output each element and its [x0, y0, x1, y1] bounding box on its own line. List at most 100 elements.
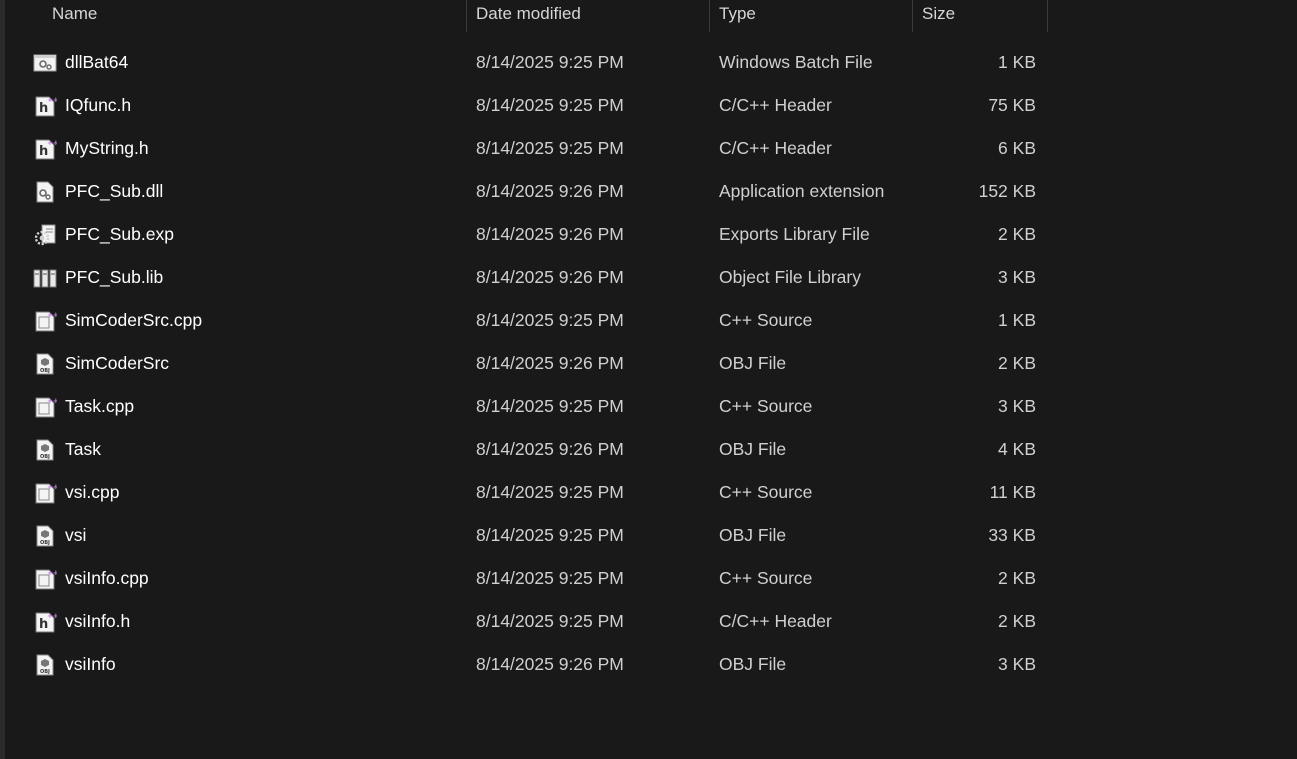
- file-explorer-details-view: Name Date modified Type Size dllBat64 8/1…: [0, 0, 1297, 759]
- svg-text:++: ++: [47, 483, 57, 491]
- svg-text:++: ++: [47, 96, 57, 104]
- file-size: 3 KB: [998, 654, 1036, 674]
- dll-file-icon: [33, 181, 57, 203]
- column-header-date-modified[interactable]: Date modified: [467, 0, 709, 32]
- file-size: 2 KB: [998, 568, 1036, 588]
- svg-text:++: ++: [47, 139, 57, 147]
- column-header-type[interactable]: Type: [710, 0, 912, 32]
- library-file-icon: [33, 267, 57, 289]
- file-row[interactable]: ++ vsi.cpp 8/14/2025 9:25 PM C++ Source 11 K…: [5, 471, 1048, 514]
- svg-text:++: ++: [47, 311, 57, 319]
- obj-file-icon: OBJ: [33, 654, 57, 676]
- file-size: 3 KB: [998, 396, 1036, 416]
- file-date-modified: 8/14/2025 9:26 PM: [476, 181, 624, 201]
- file-size: 3 KB: [998, 267, 1036, 287]
- file-row[interactable]: OBJ vsi 8/14/2025 9:25 PM OBJ File 33 KB: [5, 514, 1048, 557]
- file-row[interactable]: PFC_Sub.lib 8/14/2025 9:26 PM Object File …: [5, 256, 1048, 299]
- cpp-source-icon: ++: [33, 396, 59, 418]
- file-name: SimCoderSrc: [65, 353, 170, 373]
- obj-file-icon: OBJ: [33, 439, 57, 461]
- file-date-modified: 8/14/2025 9:26 PM: [476, 267, 624, 287]
- file-name: vsi: [65, 525, 87, 545]
- file-date-modified: 8/14/2025 9:26 PM: [476, 439, 624, 459]
- file-row[interactable]: ++ SimCoderSrc.cpp 8/14/2025 9:25 PM C++ So…: [5, 299, 1048, 342]
- file-row[interactable]: h ++ IQfunc.h 8/14/2025 9:25 PM C/C++ Header…: [5, 84, 1048, 127]
- file-type: Application extension: [719, 181, 885, 201]
- svg-text:++: ++: [47, 612, 57, 620]
- file-size: 2 KB: [998, 611, 1036, 631]
- file-name: Task: [65, 439, 101, 459]
- file-type: C/C++ Header: [719, 95, 832, 115]
- file-name: PFC_Sub.dll: [65, 181, 164, 201]
- file-size: 1 KB: [998, 310, 1036, 330]
- file-name: vsiInfo: [65, 654, 116, 674]
- file-type: C/C++ Header: [719, 138, 832, 158]
- svg-text:++: ++: [47, 569, 57, 577]
- file-row[interactable]: dllBat64 8/14/2025 9:25 PM Windows Batch F…: [5, 41, 1048, 84]
- file-date-modified: 8/14/2025 9:25 PM: [476, 396, 624, 416]
- file-row[interactable]: PFC_Sub.dll 8/14/2025 9:26 PM Application …: [5, 170, 1048, 213]
- file-name: IQfunc.h: [65, 95, 132, 115]
- file-name: dllBat64: [65, 52, 129, 72]
- file-name: SimCoderSrc.cpp: [65, 310, 203, 330]
- file-type: Windows Batch File: [719, 52, 873, 72]
- file-date-modified: 8/14/2025 9:25 PM: [476, 138, 624, 158]
- column-header-bar: Name Date modified Type Size: [5, 0, 1048, 32]
- file-size: 2 KB: [998, 353, 1036, 373]
- file-name: vsiInfo.cpp: [65, 568, 149, 588]
- cpp-source-icon: ++: [33, 310, 59, 332]
- obj-file-icon: OBJ: [33, 525, 57, 547]
- cpp-source-icon: ++: [33, 568, 59, 590]
- file-name: Task.cpp: [65, 396, 135, 416]
- file-date-modified: 8/14/2025 9:25 PM: [476, 611, 624, 631]
- file-date-modified: 8/14/2025 9:26 PM: [476, 353, 624, 373]
- column-header-name[interactable]: Name: [43, 0, 467, 32]
- file-type: C++ Source: [719, 482, 813, 502]
- exports-file-icon: [33, 224, 57, 246]
- file-row[interactable]: OBJ Task 8/14/2025 9:26 PM OBJ File 4 KB: [5, 428, 1048, 471]
- file-date-modified: 8/14/2025 9:25 PM: [476, 95, 624, 115]
- file-type: OBJ File: [719, 654, 787, 674]
- file-row[interactable]: ++ vsiInfo.cpp 8/14/2025 9:25 PM C++ Source…: [5, 557, 1048, 600]
- file-row[interactable]: h ++ vsiInfo.h 8/14/2025 9:25 PM C/C++ Heade…: [5, 600, 1048, 643]
- file-size: 75 KB: [988, 95, 1036, 115]
- file-name: MyString.h: [65, 138, 149, 158]
- file-name: PFC_Sub.lib: [65, 267, 164, 287]
- file-type: C++ Source: [719, 568, 813, 588]
- file-row[interactable]: ++ Task.cpp 8/14/2025 9:25 PM C++ Source 3 K…: [5, 385, 1048, 428]
- column-header-size[interactable]: Size: [913, 0, 1047, 32]
- file-size: 33 KB: [988, 525, 1036, 545]
- file-size: 6 KB: [998, 138, 1036, 158]
- file-row[interactable]: PFC_Sub.exp 8/14/2025 9:26 PM Exports Libr…: [5, 213, 1048, 256]
- batch-file-icon: [33, 52, 57, 74]
- file-date-modified: 8/14/2025 9:25 PM: [476, 568, 624, 588]
- header-file-icon: h ++: [33, 138, 59, 160]
- file-type: OBJ File: [719, 353, 787, 373]
- file-name: vsiInfo.h: [65, 611, 131, 631]
- file-type: C++ Source: [719, 396, 813, 416]
- file-row[interactable]: OBJ vsiInfo 8/14/2025 9:26 PM OBJ File 3 KB: [5, 643, 1048, 686]
- file-type: OBJ File: [719, 525, 787, 545]
- file-date-modified: 8/14/2025 9:25 PM: [476, 482, 624, 502]
- svg-text:OBJ: OBJ: [40, 454, 50, 460]
- header-file-icon: h ++: [33, 611, 59, 633]
- file-size: 1 KB: [998, 52, 1036, 72]
- svg-text:++: ++: [47, 397, 57, 405]
- file-name: PFC_Sub.exp: [65, 224, 174, 244]
- header-file-icon: h ++: [33, 95, 59, 117]
- file-row[interactable]: OBJ SimCoderSrc 8/14/2025 9:26 PM OBJ File 2…: [5, 342, 1048, 385]
- file-size: 2 KB: [998, 224, 1036, 244]
- file-type: C++ Source: [719, 310, 813, 330]
- cpp-source-icon: ++: [33, 482, 59, 504]
- obj-file-icon: OBJ: [33, 353, 57, 375]
- file-date-modified: 8/14/2025 9:26 PM: [476, 654, 624, 674]
- column-divider[interactable]: [1047, 0, 1048, 32]
- svg-text:OBJ: OBJ: [40, 669, 50, 675]
- file-date-modified: 8/14/2025 9:26 PM: [476, 224, 624, 244]
- svg-text:OBJ: OBJ: [40, 540, 50, 546]
- file-type: Object File Library: [719, 267, 861, 287]
- file-size: 4 KB: [998, 439, 1036, 459]
- file-row[interactable]: h ++ MyString.h 8/14/2025 9:25 PM C/C++ Head…: [5, 127, 1048, 170]
- file-type: Exports Library File: [719, 224, 870, 244]
- file-size: 11 KB: [989, 482, 1036, 502]
